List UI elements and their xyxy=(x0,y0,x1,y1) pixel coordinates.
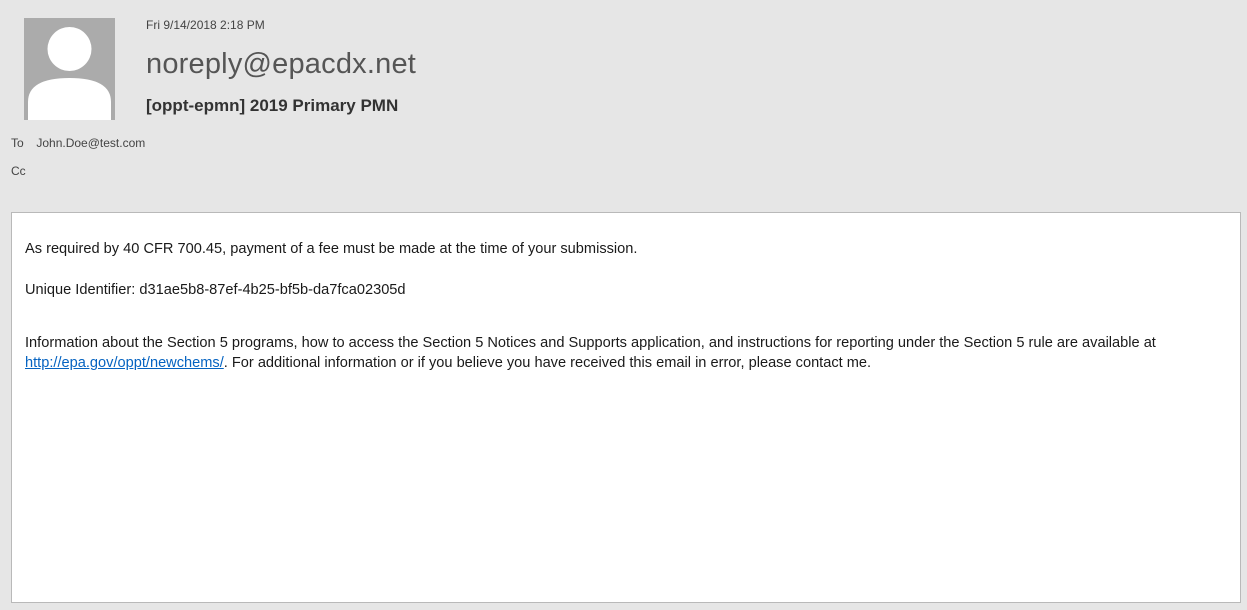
to-row: To John.Doe@test.com xyxy=(11,136,145,150)
body-paragraph-info: Information about the Section 5 programs… xyxy=(25,333,1230,373)
message-header: Fri 9/14/2018 2:18 PM noreply@epacdx.net… xyxy=(0,0,1247,208)
received-date: Fri 9/14/2018 2:18 PM xyxy=(146,18,265,32)
body-paragraph-identifier: Unique Identifier: d31ae5b8-87ef-4b25-bf… xyxy=(25,282,406,298)
body-paragraph-fee: As required by 40 CFR 700.45, payment of… xyxy=(25,241,638,257)
info-text-after: . For additional information or if you b… xyxy=(223,355,872,371)
sender-avatar xyxy=(24,18,115,120)
message-subject: [oppt-epmn] 2019 Primary PMN xyxy=(146,96,399,115)
sender-address[interactable]: noreply@epacdx.net xyxy=(146,48,416,81)
newchems-link[interactable]: http://epa.gov/oppt/newchems/ xyxy=(25,355,224,371)
cc-label: Cc xyxy=(11,164,26,178)
message-body[interactable]: As required by 40 CFR 700.45, payment of… xyxy=(11,212,1241,603)
cc-row: Cc xyxy=(11,164,26,178)
person-silhouette-icon xyxy=(28,27,111,120)
info-text-before: Information about the Section 5 programs… xyxy=(25,335,1156,351)
to-recipient[interactable]: John.Doe@test.com xyxy=(36,136,145,150)
to-label: To xyxy=(11,136,24,150)
